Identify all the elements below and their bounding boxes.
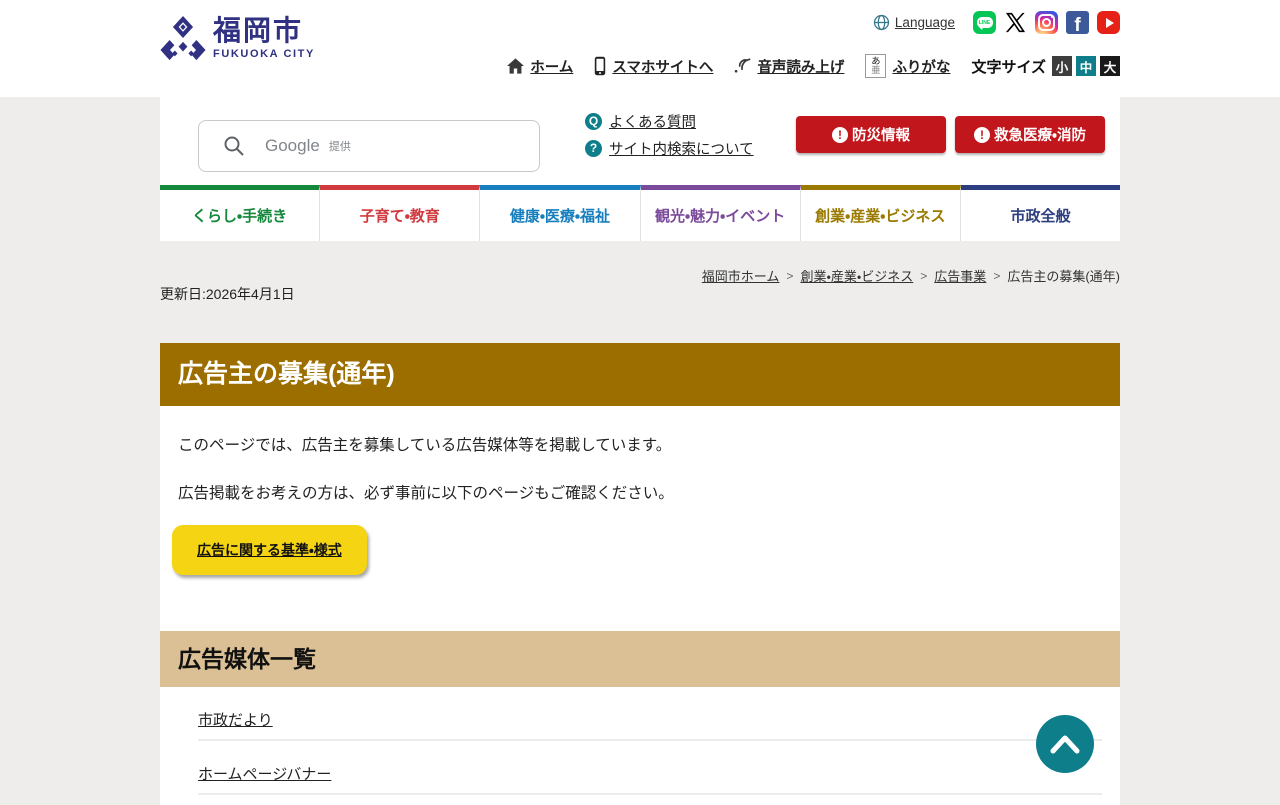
scroll-to-top-button[interactable] (1036, 715, 1094, 773)
intro-paragraph-1: このページでは、広告主を募集している広告媒体等を掲載しています。 (160, 406, 1120, 457)
instagram-icon[interactable] (1035, 11, 1058, 34)
search-placeholder: Google (265, 136, 320, 156)
line-icon[interactable]: LINE (973, 11, 996, 34)
text-size-large-button[interactable]: 大 (1100, 56, 1120, 76)
smartphone-site-link[interactable]: スマホサイトへ (594, 56, 713, 77)
home-link[interactable]: ホーム (507, 56, 573, 77)
faq-link[interactable]: Q よくある質問 (585, 108, 754, 134)
home-icon (507, 58, 524, 74)
furigana-icon: あ 亜 (865, 54, 886, 78)
youtube-icon[interactable] (1097, 11, 1120, 34)
language-link[interactable]: Language (873, 14, 955, 31)
search-icon (223, 135, 245, 157)
smartphone-icon (594, 56, 606, 76)
chevron-up-icon (1049, 734, 1081, 754)
question-icon: ? (585, 140, 602, 157)
media-list-section-title: 広告媒体一覧 (160, 631, 1120, 687)
updated-date: 更新日:2026年4月1日 (160, 284, 295, 304)
text-size-label: 文字サイズ (971, 56, 1046, 77)
breadcrumb-ad-business-link[interactable]: 広告事業 (934, 266, 986, 285)
list-item: ホームページバナー (198, 741, 1102, 795)
site-search-about-link[interactable]: ? サイト内検索について (585, 135, 754, 161)
furigana-link[interactable]: あ 亜 ふりがな (865, 54, 950, 78)
tab-business-industry[interactable]: 創業・産業・ビジネス (801, 185, 961, 241)
emergency-buttons: ! 防災情報 ! 救急医療・消防 (796, 116, 1105, 153)
site-header: 福岡市 FUKUOKA CITY Language LINE (0, 0, 1280, 97)
intro-paragraph-2: 広告掲載をお考えの方は、必ず事前に以下のページもご確認ください。 (160, 457, 1120, 505)
exclamation-icon: ! (974, 127, 990, 143)
breadcrumb: 福岡市ホーム > 創業・産業・ビジネス > 広告事業 > 広告主の募集(通年) (702, 266, 1120, 285)
utility-nav: ホーム スマホサイトへ 音声読み上げ あ (507, 54, 1120, 78)
facebook-icon[interactable]: f (1066, 11, 1089, 34)
media-list: 市政だより ホームページバナー (160, 687, 1120, 795)
fukuoka-city-logo[interactable]: 福岡市 FUKUOKA CITY (160, 15, 315, 62)
breadcrumb-business-link[interactable]: 創業・産業・ビジネス (800, 266, 913, 285)
search-placeholder-suffix: 提供 (329, 138, 351, 154)
tab-health-medical-welfare[interactable]: 健康・医療・福祉 (480, 185, 640, 241)
speaker-waves-icon (734, 57, 751, 75)
text-to-speech-link[interactable]: 音声読み上げ (734, 56, 844, 77)
breadcrumb-current: 広告主の募集(通年) (1007, 266, 1120, 285)
page-title: 広告主の募集(通年) (160, 343, 1120, 406)
fukuoka-city-emblem-icon (160, 15, 206, 62)
disaster-info-button[interactable]: ! 防災情報 (796, 116, 946, 153)
text-size-control: 文字サイズ 小 中 大 (971, 56, 1120, 77)
search-input[interactable]: Google 提供 (198, 120, 540, 172)
breadcrumb-home-link[interactable]: 福岡市ホーム (702, 266, 780, 285)
quick-links: Q よくある質問 ? サイト内検索について (585, 108, 754, 161)
breadcrumb-zone: 福岡市ホーム > 創業・産業・ビジネス > 広告事業 > 広告主の募集(通年) … (0, 241, 1280, 343)
emergency-medical-fire-button[interactable]: ! 救急医療・消防 (955, 116, 1105, 153)
list-item: 市政だより (198, 687, 1102, 741)
site-title-en: FUKUOKA CITY (213, 48, 315, 60)
text-size-medium-button[interactable]: 中 (1076, 56, 1096, 76)
faq-icon: Q (585, 113, 602, 130)
text-size-small-button[interactable]: 小 (1052, 56, 1072, 76)
tab-tourism-events[interactable]: 観光・魅力・イベント (641, 185, 801, 241)
main-content: 広告主の募集(通年) このページでは、広告主を募集している広告媒体等を掲載してい… (160, 343, 1120, 805)
homepage-banner-link[interactable]: ホームページバナー (198, 766, 331, 783)
ad-standards-button[interactable]: 広告に関する基準・様式 (172, 525, 367, 575)
city-bulletin-link[interactable]: 市政だより (198, 712, 273, 729)
category-tabs: くらし・手続き 子育て・教育 健康・医療・福祉 観光・魅力・イベント 創業・産業… (0, 185, 1280, 241)
exclamation-icon: ! (832, 127, 848, 143)
search-band: Google 提供 Q よくある質問 ? サイト内検索について ! 防災情報 !… (0, 97, 1280, 185)
tab-living-procedures[interactable]: くらし・手続き (160, 185, 320, 241)
globe-icon (873, 14, 890, 31)
x-icon[interactable] (1004, 11, 1027, 34)
site-title: 福岡市 (213, 15, 315, 47)
tab-childcare-education[interactable]: 子育て・教育 (320, 185, 480, 241)
tab-city-government[interactable]: 市政全般 (961, 185, 1120, 241)
header-top-links: Language LINE f (873, 11, 1120, 34)
